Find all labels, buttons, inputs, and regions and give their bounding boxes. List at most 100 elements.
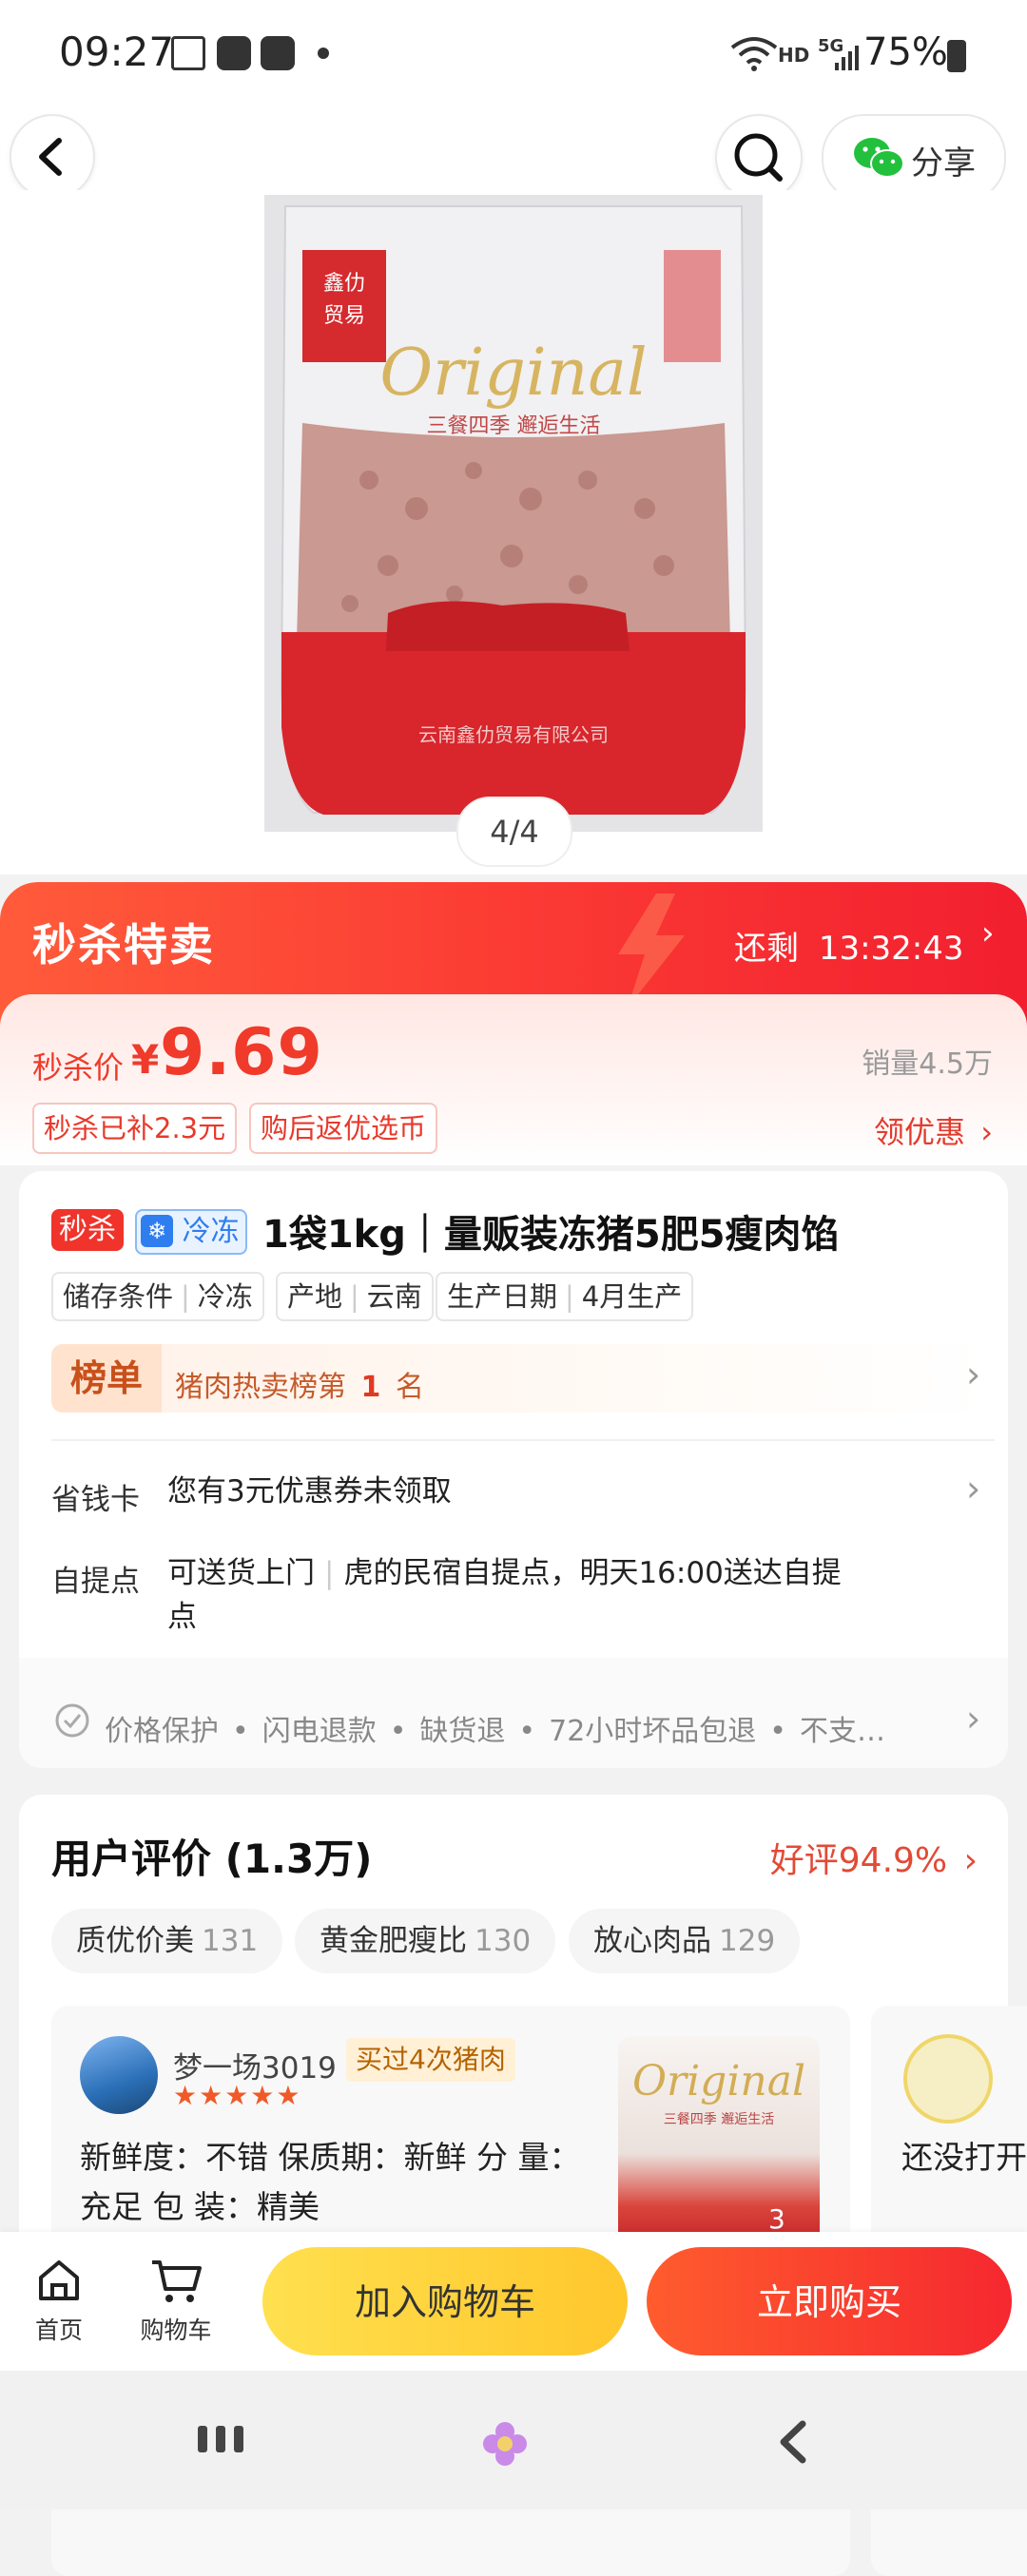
svg-text:三餐四季 邂逅生活: 三餐四季 邂逅生活 bbox=[427, 414, 601, 438]
flash-sale-title: 秒杀特卖 bbox=[32, 919, 215, 971]
more-notifications-icon bbox=[318, 48, 329, 59]
status-time: 09:27 bbox=[59, 29, 175, 75]
battery-percent: 75% bbox=[863, 30, 948, 74]
price-currency: ¥ bbox=[131, 1036, 160, 1083]
countdown-label: 还剩 bbox=[734, 930, 799, 968]
cashback-tag: 购后返优选币 bbox=[249, 1103, 438, 1154]
back-button[interactable] bbox=[10, 114, 95, 200]
guarantee-list: 价格保护 • 闪电退款 • 缺货退 • 72小时坏品包退 • 不支… bbox=[105, 1715, 885, 1748]
app-icon-2 bbox=[261, 36, 295, 70]
svg-text:三餐四季 邂逅生活: 三餐四季 邂逅生活 bbox=[664, 2112, 774, 2127]
coupon-label: 领优惠 bbox=[874, 1114, 966, 1150]
review-image[interactable]: Original 三餐四季 邂逅生活 bbox=[618, 2036, 820, 2249]
price-value: 9.69 bbox=[160, 1015, 323, 1090]
divider bbox=[51, 1439, 995, 1441]
chevron-right-icon: › bbox=[963, 1841, 978, 1880]
chevron-right-icon[interactable]: › bbox=[966, 1698, 980, 1740]
sales-count: 销量4.5万 bbox=[862, 1048, 993, 1081]
pill-count: 131 bbox=[202, 1924, 259, 1958]
subsidy-tag: 秒杀已补2.3元 bbox=[32, 1103, 238, 1154]
home-flower-icon[interactable] bbox=[479, 2418, 531, 2473]
pickup-delivery: 可送货上门 bbox=[167, 1556, 315, 1590]
guarantee-item: 缺货退 bbox=[419, 1715, 506, 1748]
avatar-2 bbox=[903, 2034, 993, 2124]
rank-text: 猪肉热卖榜第 1 名 bbox=[175, 1363, 424, 1405]
system-back-icon[interactable] bbox=[774, 2418, 812, 2470]
star-rating: ★★★★★ bbox=[173, 2080, 302, 2111]
review-tag-pill[interactable]: 黄金肥瘦比 130 bbox=[295, 1909, 556, 1973]
pill-label: 放心肉品 bbox=[593, 1924, 711, 1958]
signal-icon bbox=[833, 44, 862, 76]
search-icon bbox=[734, 133, 783, 182]
repeat-buyer-tag: 买过4次猪肉 bbox=[346, 2038, 515, 2082]
nav-cart-label: 购物车 bbox=[140, 2316, 212, 2344]
guarantee-item: 不支… bbox=[800, 1715, 885, 1748]
battery-icon bbox=[947, 40, 966, 72]
review-tag-pill[interactable]: 质优价美 131 bbox=[51, 1909, 283, 1973]
app-icon bbox=[217, 36, 251, 70]
nav-home[interactable]: 首页 bbox=[21, 2255, 97, 2346]
share-label: 分享 bbox=[911, 144, 976, 183]
rank-text-post: 名 bbox=[395, 1371, 424, 1404]
chevron-right-icon: › bbox=[980, 1114, 993, 1150]
recent-apps-icon[interactable] bbox=[196, 2422, 245, 2460]
savings-card-text[interactable]: 您有3元优惠券未领取 bbox=[167, 1470, 452, 1513]
back-icon bbox=[39, 138, 62, 176]
svg-text:Original: Original bbox=[379, 336, 647, 411]
spec-value: 云南 bbox=[366, 1280, 422, 1313]
wifi-icon bbox=[730, 37, 778, 71]
rank-text-pre: 猪肉热卖榜第 bbox=[175, 1371, 346, 1404]
frozen-label: 冷冻 bbox=[182, 1215, 240, 1248]
good-rate-link[interactable]: 好评94.9% › bbox=[770, 1833, 978, 1882]
search-button[interactable] bbox=[715, 114, 803, 202]
svg-text:贸易: 贸易 bbox=[323, 304, 365, 328]
review-text: 新鲜度：不错 保质期：新鲜 分 量：充足 包 装：精美 bbox=[80, 2139, 581, 2225]
buy-now-button[interactable]: 立即购买 bbox=[647, 2247, 1012, 2355]
frozen-badge: ❄ 冷冻 bbox=[135, 1209, 247, 1255]
nav-home-label: 首页 bbox=[34, 2316, 83, 2344]
rank-number: 1 bbox=[360, 1371, 381, 1404]
svg-text:Original: Original bbox=[632, 2057, 805, 2105]
spec-key: 储存条件 bbox=[63, 1280, 174, 1313]
spec-key: 生产日期 bbox=[447, 1280, 558, 1313]
share-button[interactable]: 分享 bbox=[822, 114, 1006, 202]
image-count: 3 bbox=[768, 2203, 785, 2235]
review-tag-pill[interactable]: 放心肉品 129 bbox=[569, 1909, 801, 1973]
image-icon bbox=[171, 36, 205, 70]
product-image[interactable]: 鑫仂 贸易 Original 三餐四季 邂逅生活 云南鑫仂贸易有限公司 bbox=[264, 195, 763, 832]
spec-value: 4月生产 bbox=[581, 1280, 683, 1313]
good-rate: 好评94.9% bbox=[769, 1841, 948, 1880]
status-right-icons bbox=[728, 34, 780, 76]
product-title: 1袋1kg｜量贩装冻猪5肥5瘦肉馅 bbox=[262, 1213, 840, 1257]
add-to-cart-button[interactable]: 加入购物车 bbox=[262, 2247, 628, 2355]
price-label: 秒杀价 bbox=[32, 1049, 125, 1086]
sale-badge: 秒杀 bbox=[51, 1209, 124, 1251]
pill-label: 质优价美 bbox=[76, 1924, 194, 1958]
pill-count: 129 bbox=[719, 1924, 776, 1958]
wechat-icon bbox=[854, 138, 904, 178]
pill-count: 130 bbox=[475, 1924, 532, 1958]
rank-label: 榜单 bbox=[51, 1344, 162, 1413]
guarantee-item: 72小时坏品包退 bbox=[549, 1715, 757, 1748]
countdown-timer: 13:32:43 bbox=[818, 930, 964, 968]
countdown: 还剩 13:32:43 bbox=[734, 922, 964, 969]
svg-text:鑫仂: 鑫仂 bbox=[323, 272, 365, 296]
pickup-info: 可送货上门 | 虎的民宿自提点，明天16:00送达自提点 bbox=[167, 1556, 842, 1634]
chevron-right-icon[interactable]: › bbox=[966, 1468, 980, 1509]
get-coupon-link[interactable]: 领优惠 › bbox=[874, 1108, 993, 1152]
pickup-label: 自提点 bbox=[51, 1565, 140, 1599]
chevron-right-icon[interactable]: › bbox=[981, 914, 995, 952]
spec-origin: 产地 | 云南 bbox=[276, 1272, 434, 1321]
spec-production-date: 生产日期 | 4月生产 bbox=[436, 1272, 694, 1321]
snowflake-icon: ❄ bbox=[141, 1214, 173, 1247]
home-icon bbox=[39, 2260, 79, 2300]
cart-icon bbox=[152, 2260, 202, 2302]
check-circle-icon bbox=[53, 1701, 91, 1743]
nav-cart[interactable]: 购物车 bbox=[133, 2255, 219, 2346]
review-text-2: 还没打开道好不好 bbox=[901, 2139, 1027, 2176]
spec-storage: 储存条件 | 冷冻 bbox=[51, 1272, 264, 1321]
page-indicator: 4/4 bbox=[456, 797, 572, 867]
chevron-right-icon[interactable]: › bbox=[966, 1354, 980, 1395]
guarantee-item: 价格保护 bbox=[105, 1715, 219, 1748]
guarantee-item: 闪电退款 bbox=[262, 1715, 377, 1748]
